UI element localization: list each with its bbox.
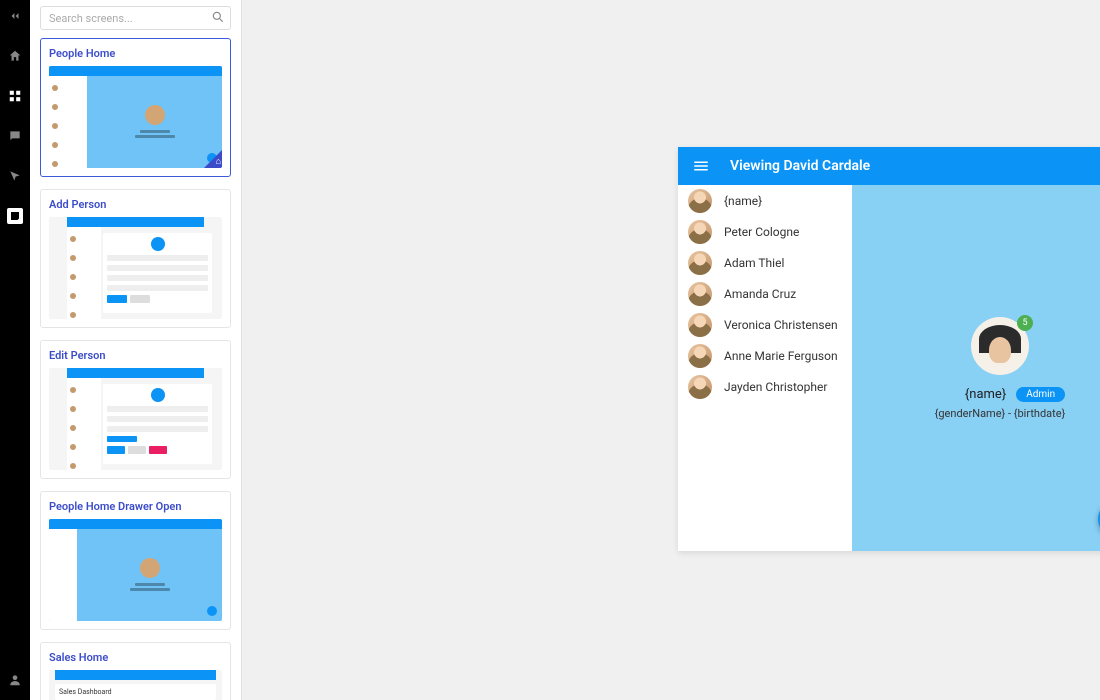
person-row[interactable]: Peter Cologne	[678, 216, 852, 247]
screen-card-drawer-open[interactable]: People Home Drawer Open	[40, 491, 231, 630]
screen-thumbnail: ⌂	[49, 66, 222, 168]
search-box	[40, 6, 231, 30]
home-icon[interactable]	[7, 48, 23, 64]
avatar	[688, 344, 712, 368]
note-icon[interactable]	[7, 208, 23, 224]
screen-card-edit-person[interactable]: Edit Person	[40, 340, 231, 479]
person-row[interactable]: Anne Marie Ferguson	[678, 340, 852, 371]
screen-card-add-person[interactable]: Add Person	[40, 189, 231, 328]
screen-title: Add Person	[41, 190, 230, 217]
count-badge: 5	[1017, 315, 1033, 331]
screen-thumbnail	[49, 519, 222, 621]
screen-title: People Home Drawer Open	[41, 492, 230, 519]
person-name: Amanda Cruz	[724, 287, 796, 301]
avatar	[688, 313, 712, 337]
canvas[interactable]: Viewing David Cardale {name} Peter Colog…	[242, 0, 1100, 700]
screen-title: Edit Person	[41, 341, 230, 368]
screens-list[interactable]: People Home	[30, 36, 241, 700]
screens-panel: People Home	[30, 0, 242, 700]
nav-rail	[0, 0, 30, 700]
person-row[interactable]: Adam Thiel	[678, 247, 852, 278]
avatar	[688, 251, 712, 275]
menu-icon[interactable]	[692, 157, 710, 175]
avatar	[688, 282, 712, 306]
people-list: {name} Peter Cologne Adam Thiel Amanda C…	[678, 185, 852, 551]
home-marker-icon: ⌂	[216, 156, 221, 167]
avatar	[688, 189, 712, 213]
screen-thumbnail: Sales Dashboard	[49, 670, 222, 700]
user-icon[interactable]	[7, 672, 23, 688]
person-row[interactable]: Jayden Christopher	[678, 371, 852, 402]
detail-pane: 5 {name} Admin {genderName} - {birthdate…	[852, 185, 1100, 551]
screen-thumbnail	[49, 368, 222, 470]
collapse-icon[interactable]	[7, 8, 23, 24]
person-name: Anne Marie Ferguson	[724, 349, 838, 363]
search-input[interactable]	[40, 6, 231, 30]
sales-thumb-title: Sales Dashboard	[55, 684, 216, 700]
person-name: {name}	[724, 194, 762, 208]
person-row[interactable]: Amanda Cruz	[678, 278, 852, 309]
screen-thumbnail	[49, 217, 222, 319]
detail-subtitle: {genderName} - {birthdate}	[935, 407, 1066, 420]
screen-title: People Home	[41, 39, 230, 66]
person-name: Peter Cologne	[724, 225, 799, 239]
screen-card-people-home[interactable]: People Home	[40, 38, 231, 177]
admin-badge: Admin	[1016, 387, 1065, 402]
person-row[interactable]: {name}	[678, 185, 852, 216]
search-icon[interactable]	[211, 10, 225, 24]
grid-icon[interactable]	[7, 88, 23, 104]
chat-icon[interactable]	[7, 128, 23, 144]
avatar	[688, 220, 712, 244]
person-name: Jayden Christopher	[724, 380, 827, 394]
person-name: Adam Thiel	[724, 256, 784, 270]
screen-card-sales-home[interactable]: Sales Home Sales Dashboard	[40, 642, 231, 700]
app-title: Viewing David Cardale	[730, 158, 1100, 174]
cursor-icon[interactable]	[7, 168, 23, 184]
person-name: Veronica Christensen	[724, 318, 838, 332]
person-row[interactable]: Veronica Christensen	[678, 309, 852, 340]
app-header: Viewing David Cardale	[678, 147, 1100, 185]
app-preview: Viewing David Cardale {name} Peter Colog…	[678, 147, 1100, 551]
avatar	[688, 375, 712, 399]
screen-title: Sales Home	[41, 643, 230, 670]
detail-name: {name}	[965, 387, 1006, 402]
